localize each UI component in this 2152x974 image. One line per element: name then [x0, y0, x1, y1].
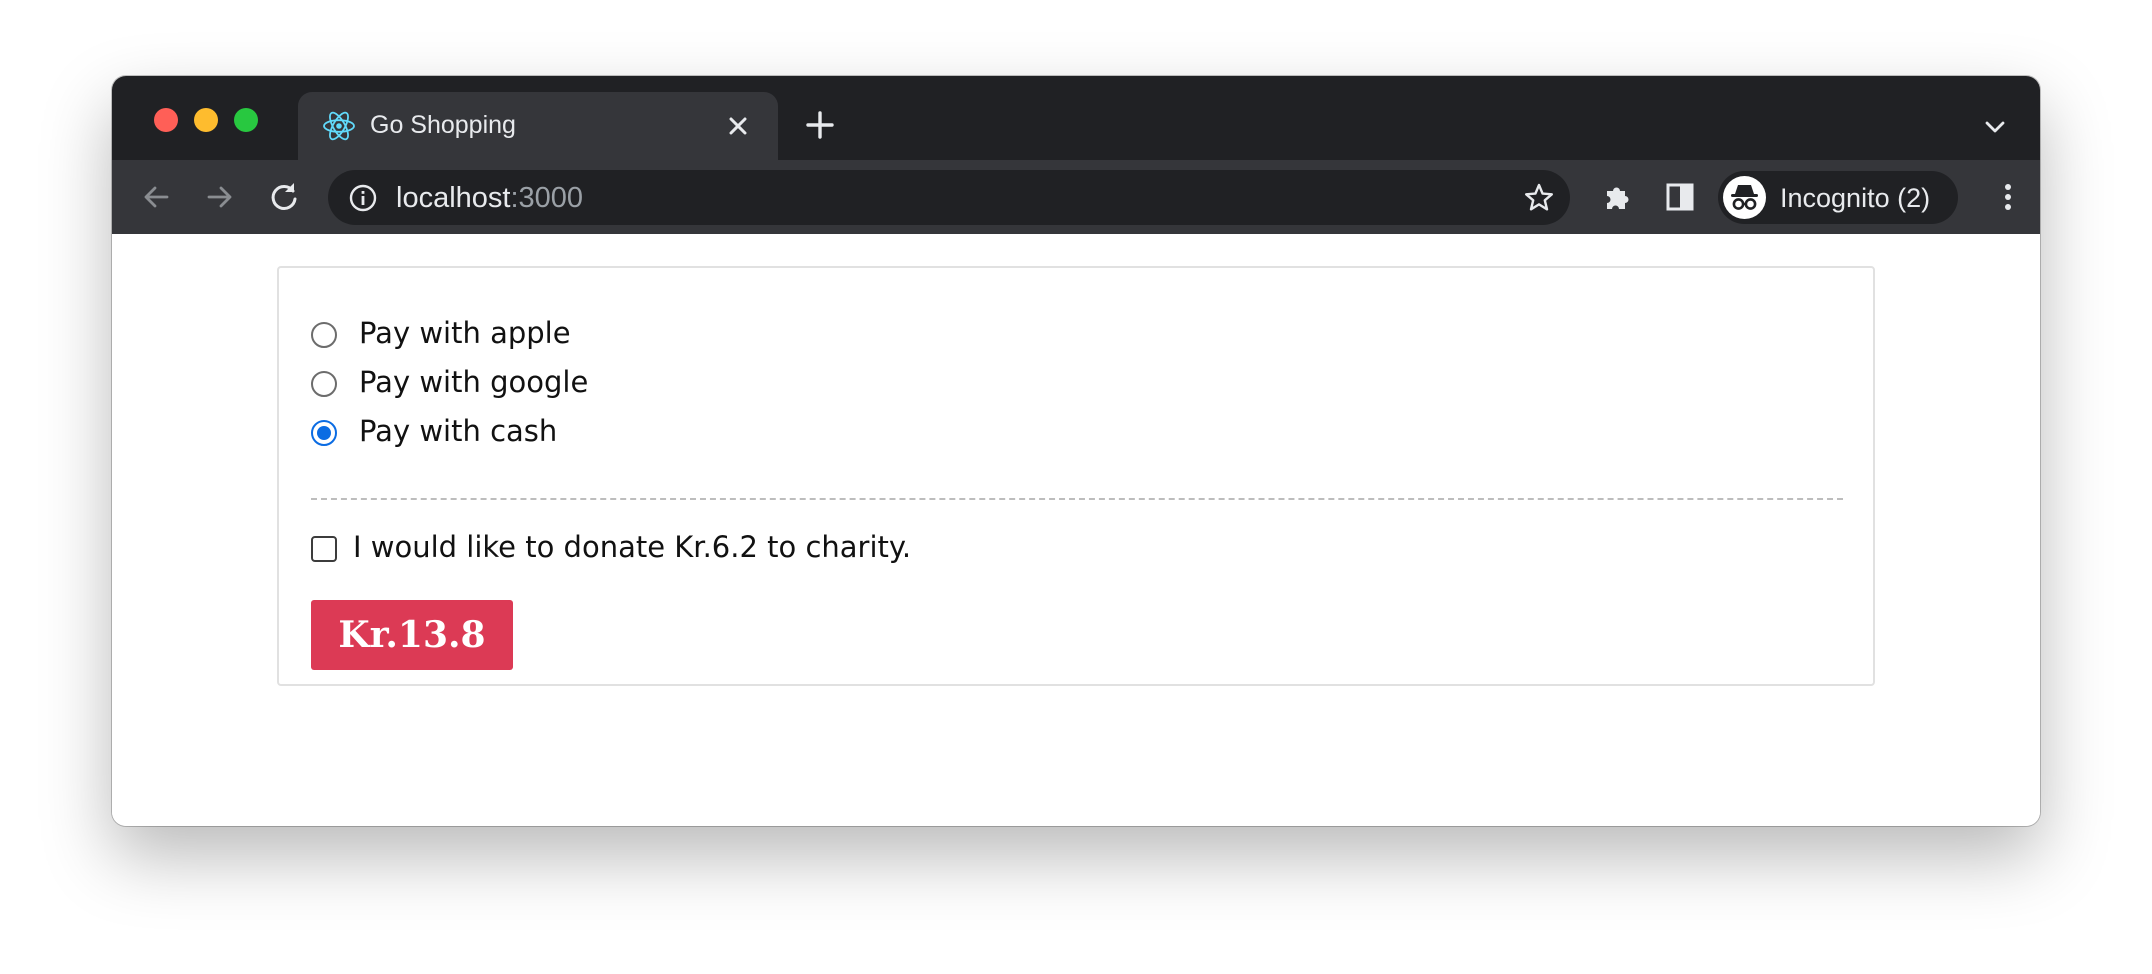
reload-icon[interactable] [266, 179, 302, 215]
radio-cash[interactable] [311, 420, 337, 446]
new-tab-plus-icon[interactable] [804, 109, 836, 141]
browser-window: Go Shopping localhost:3000 Incognito (2)… [112, 76, 2040, 826]
url-text: localhost:3000 [396, 182, 583, 215]
payment-option-label: Pay with cash [359, 414, 558, 448]
close-window-button[interactable] [154, 108, 178, 132]
url-host: localhost [396, 182, 511, 214]
zoom-window-button[interactable] [234, 108, 258, 132]
donate-label: I would like to donate Kr.6.2 to charity… [353, 530, 912, 564]
payment-option-label: Pay with google [359, 365, 589, 399]
screenshot-stage: Go Shopping localhost:3000 Incognito (2)… [0, 0, 2152, 974]
page-viewport: Pay with apple Pay with google Pay with … [112, 234, 2040, 826]
profile-incognito-button[interactable]: Incognito (2) [1718, 171, 1958, 224]
forward-arrow-icon[interactable] [202, 179, 238, 215]
url-port: :3000 [510, 182, 584, 214]
extensions-puzzle-icon[interactable] [1600, 179, 1636, 215]
tab-strip: Go Shopping [112, 76, 2040, 160]
bookmark-star-icon[interactable] [1522, 181, 1556, 215]
tab-search-chevron-down-icon[interactable] [1982, 114, 2008, 140]
pay-total-button[interactable]: Kr.13.8 [311, 600, 513, 670]
incognito-icon [1723, 176, 1766, 219]
side-panel-icon[interactable] [1662, 179, 1698, 215]
tab-title: Go Shopping [370, 111, 516, 139]
more-menu-icon[interactable] [1990, 179, 2026, 215]
tab-close-icon[interactable] [722, 110, 754, 142]
browser-toolbar: localhost:3000 Incognito (2) [112, 160, 2040, 234]
dashed-divider [311, 498, 1843, 500]
profile-label: Incognito (2) [1780, 183, 1931, 213]
site-info-icon[interactable] [348, 183, 378, 213]
minimize-window-button[interactable] [194, 108, 218, 132]
back-arrow-icon[interactable] [138, 179, 174, 215]
address-bar[interactable]: localhost:3000 [328, 170, 1570, 225]
checkout-card: Pay with apple Pay with google Pay with … [277, 266, 1875, 686]
radio-apple[interactable] [311, 322, 337, 348]
tab-go-shopping[interactable]: Go Shopping [298, 92, 778, 160]
react-icon [322, 109, 356, 143]
payment-option-label: Pay with apple [359, 316, 571, 350]
donate-checkbox[interactable] [311, 536, 337, 562]
radio-google[interactable] [311, 371, 337, 397]
